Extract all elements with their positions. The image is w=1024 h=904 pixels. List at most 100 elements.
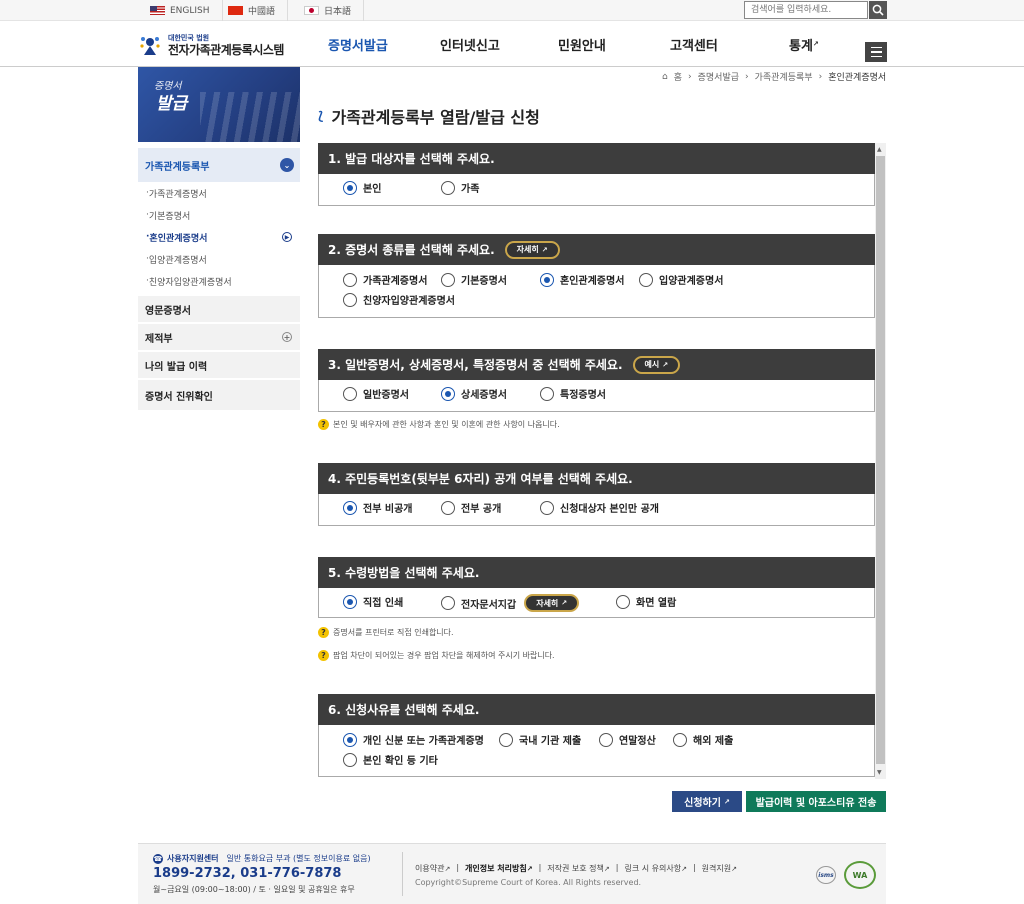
section-4-header: 4. 주민등록번호(뒷부분 6자리) 공개 여부를 선택해 주세요. [318, 463, 875, 494]
sidebar-sub-family-cert[interactable]: · 가족관계증명서 [138, 182, 300, 204]
radio-screen-view[interactable]: 화면 열람 [616, 594, 676, 609]
top-utility-bar: ENGLISH 中國語 日本語 [0, 0, 1024, 21]
footer-copyright: Copyright©Supreme Court of Korea. All Ri… [415, 878, 642, 887]
external-link-icon: ↗ [662, 360, 669, 369]
sidebar-category-family-register[interactable]: 가족관계등록부 ⌄ [138, 148, 300, 182]
radio-other-identity[interactable]: 본인 확인 등 기타 [343, 752, 438, 767]
web-accessibility-badge-icon: WA [844, 861, 876, 889]
lang-english[interactable]: ENGLISH [138, 0, 223, 21]
section-1-header: 1. 발급 대상자를 선택해 주세요. [318, 143, 875, 174]
site-header: 대한민국 법원 전자가족관계등록시스템 증명서발급 인터넷신고 민원안내 고객센… [0, 21, 1024, 67]
radio-general-cert[interactable]: 일반증명서 [343, 386, 409, 401]
support-phone: 1899-2732, 031-776-7878 [153, 866, 342, 881]
home-icon[interactable]: ⌂ [662, 72, 668, 82]
sidebar-sub-basic-cert[interactable]: · 기본증명서 [138, 204, 300, 226]
nav-civil-guide[interactable]: 민원안내 [558, 21, 606, 67]
scroll-down-icon[interactable]: ▼ [877, 769, 882, 776]
phone-icon: ☎ [153, 853, 163, 864]
sidebar-sub-adoption-cert[interactable]: · 입양관계증명서 [138, 248, 300, 270]
sidebar-category-english-cert[interactable]: 영문증명서 [138, 296, 300, 322]
support-hours: 월~금요일 (09:00~18:00) / 토 · 일요일 및 공휴일은 휴무 [153, 885, 355, 894]
footer-link-privacy[interactable]: 개인정보 처리방침↗ [465, 863, 533, 874]
section-6-body: 개인 신분 또는 가족관계증명 국내 기관 제출 연말정산 해외 제출 본인 확… [318, 725, 875, 777]
radio-self[interactable]: 본인 [343, 180, 381, 195]
breadcrumb: ⌂ 홈 › 증명서발급 › 가족관계등록부 › 혼인관계증명서 [662, 71, 887, 84]
apply-button[interactable]: 신청하기 ↗ [672, 791, 742, 812]
isms-badge-icon: isms [816, 866, 836, 884]
external-link-icon: ↗ [561, 599, 568, 607]
radio-family-cert[interactable]: 가족관계증명서 [343, 272, 427, 287]
radio-identity-proof[interactable]: 개인 신분 또는 가족관계증명 [343, 732, 484, 747]
nav-statistics[interactable]: 통계 ↗ [789, 21, 819, 67]
radio-specific-cert[interactable]: 특정증명서 [540, 386, 606, 401]
radio-marriage-cert[interactable]: 혼인관계증명서 [540, 272, 624, 287]
section-5-body: 직접 인쇄 전자문서지갑 자세히 ↗ 화면 열람 [318, 588, 875, 618]
footer-link-terms[interactable]: 이용약관↗ [415, 863, 450, 874]
sidebar-sub-marriage-cert[interactable]: · 혼인관계증명서 ▶ [138, 226, 300, 248]
question-icon: ? [318, 627, 329, 638]
radio-digital-wallet[interactable]: 전자문서지갑 자세히 ↗ [441, 594, 580, 612]
radio-tax-settlement[interactable]: 연말정산 [599, 732, 656, 747]
radio-basic-cert[interactable]: 기본증명서 [441, 272, 507, 287]
section-6-header: 6. 신청사유를 선택해 주세요. [318, 694, 875, 725]
radio-adoption-cert[interactable]: 입양관계증명서 [639, 272, 723, 287]
sidebar-banner: 증명서 발급 [138, 67, 300, 142]
sidebar-sub-full-adoption-cert[interactable]: · 친양자입양관계증명서 [138, 270, 300, 292]
radio-direct-print[interactable]: 직접 인쇄 [343, 594, 403, 609]
radio-all-public[interactable]: 전부 공개 [441, 500, 501, 515]
logo-title: 전자가족관계등록시스템 [168, 42, 284, 57]
footer-link-copyright[interactable]: 저작권 보호 정책↗ [547, 863, 609, 874]
example-button[interactable]: 예시 ↗ [632, 355, 681, 374]
question-icon: ? [318, 419, 329, 430]
nav-online-report[interactable]: 인터넷신고 [440, 21, 500, 67]
lang-chinese[interactable]: 中國語 [216, 0, 289, 21]
radio-domestic-submit[interactable]: 국내 기관 제출 [499, 732, 581, 747]
radio-self-only-public[interactable]: 신청대상자 본인만 공개 [540, 500, 659, 515]
search-button[interactable] [869, 1, 887, 19]
nav-certificate-issue[interactable]: 증명서발급 [328, 21, 388, 67]
sidebar-category-verify[interactable]: 증명서 진위확인 [138, 380, 300, 410]
sidebar-category-my-history[interactable]: 나의 발급 이력 [138, 352, 300, 378]
section-2-header: 2. 증명서 종류를 선택해 주세요. 자세히 ↗ [318, 234, 875, 265]
plus-circle-icon: + [282, 332, 292, 342]
external-link-icon: ↗ [723, 797, 730, 806]
court-logo-icon [138, 33, 162, 57]
us-flag-icon [150, 6, 165, 15]
section-2-body: 가족관계증명서 기본증명서 혼인관계증명서 입양관계증명서 친양자입양관계증명서 [318, 265, 875, 318]
nav-customer-center[interactable]: 고객센터 [670, 21, 718, 67]
search-icon [872, 4, 884, 16]
hamburger-menu-button[interactable] [865, 42, 887, 62]
external-link-icon: ↗ [541, 245, 548, 254]
site-logo[interactable]: 대한민국 법원 전자가족관계등록시스템 [138, 33, 284, 57]
details-button-cert-type[interactable]: 자세히 ↗ [504, 240, 560, 259]
lang-japanese[interactable]: 日本語 [292, 0, 365, 21]
banner-line2: 발급 [156, 94, 188, 114]
support-center-note: 일반 통화요금 부과 (별도 정보이용료 없음) [226, 854, 371, 863]
search-input[interactable] [744, 1, 868, 19]
footer-links: 이용약관↗ | 개인정보 처리방침↗ | 저작권 보호 정책↗ | 링크 시 유의사항… [415, 863, 737, 874]
footer-link-remote[interactable]: 원격지원↗ [702, 863, 737, 874]
radio-overseas-submit[interactable]: 해외 제출 [673, 732, 733, 747]
radio-full-adoption-cert[interactable]: 친양자입양관계증명서 [343, 292, 455, 307]
section-1-body: 본인 가족 [318, 174, 875, 206]
question-icon: ? [318, 650, 329, 661]
footer-link-linking[interactable]: 링크 시 유의사항↗ [624, 863, 686, 874]
radio-all-private[interactable]: 전부 비공개 [343, 500, 412, 515]
page-title: ⟅ 가족관계등록부 열람/발급 신청 [318, 108, 540, 127]
sidebar-category-removed-register[interactable]: 제적부 + [138, 324, 300, 350]
site-footer: ☎ 사용자지원센터 일반 통화요금 부과 (별도 정보이용료 없음) 1899-… [138, 843, 886, 904]
radio-detailed-cert[interactable]: 상세증명서 [441, 386, 507, 401]
section-3-note: ? 본인 및 배우자에 관한 사항과 혼인 및 이혼에 관한 사항이 나옵니다. [318, 419, 560, 430]
section-3-header: 3. 일반증명서, 상세증명서, 특정증명서 중 선택해 주세요. 예시 ↗ [318, 349, 875, 380]
japan-flag-icon [304, 6, 319, 15]
external-link-icon: ↗ [812, 40, 819, 48]
radio-family[interactable]: 가족 [441, 180, 479, 195]
details-button-wallet[interactable]: 자세히 ↗ [524, 594, 580, 612]
history-apostille-button[interactable]: 발급이력 및 아포스티유 전송 [746, 791, 886, 812]
scrollbar-thumb[interactable] [876, 156, 885, 764]
scroll-up-icon[interactable]: ▲ [877, 146, 882, 153]
section-5-header: 5. 수령방법을 선택해 주세요. [318, 557, 875, 588]
china-flag-icon [228, 6, 243, 15]
section-5-note-2: ? 팝업 차단이 되어있는 경우 팝업 차단을 해제하여 주시기 바랍니다. [318, 650, 555, 661]
section-4-body: 전부 비공개 전부 공개 신청대상자 본인만 공개 [318, 494, 875, 526]
